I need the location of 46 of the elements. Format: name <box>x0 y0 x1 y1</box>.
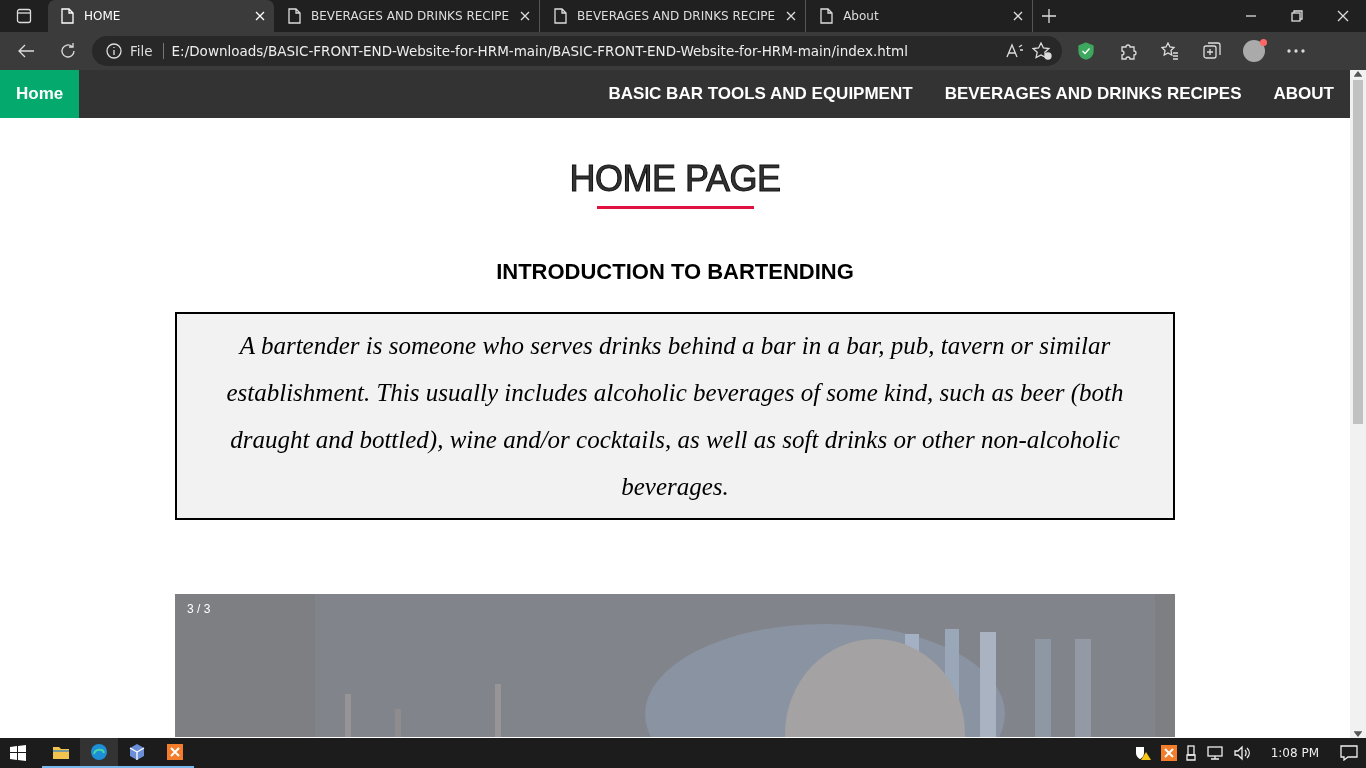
cube-icon[interactable] <box>129 743 145 761</box>
shield-icon[interactable] <box>1078 42 1094 60</box>
restore-icon[interactable] <box>1291 10 1303 22</box>
page-icon <box>287 8 301 24</box>
notification-icon[interactable] <box>1340 745 1358 761</box>
collections-icon[interactable] <box>1203 42 1221 60</box>
clock-time[interactable]: 1:08 PM <box>1258 746 1331 760</box>
network-icon[interactable] <box>1206 745 1225 761</box>
back-arrow-icon[interactable] <box>17 43 35 59</box>
favorites-icon[interactable] <box>1161 42 1179 60</box>
page-icon <box>553 8 568 24</box>
windows-logo-icon[interactable] <box>10 745 26 761</box>
page-title: HOME PAGE <box>569 158 781 200</box>
read-aloud-icon[interactable] <box>1006 43 1024 59</box>
info-icon <box>106 43 122 59</box>
usb-drive-icon[interactable] <box>1185 745 1198 761</box>
close-icon[interactable] <box>1012 10 1025 22</box>
close-icon[interactable] <box>1337 10 1349 22</box>
close-icon[interactable] <box>785 10 798 22</box>
server-app-icon[interactable] <box>1160 745 1177 761</box>
browser-icon[interactable] <box>90 743 108 761</box>
slide-counter: 3 / 3 <box>187 602 211 616</box>
tab-actions-icon[interactable] <box>16 8 32 24</box>
page-icon <box>819 8 834 24</box>
security-warning-icon[interactable] <box>1133 745 1152 761</box>
puzzle-icon[interactable] <box>1119 42 1137 60</box>
nav-link[interactable]: BASIC BAR TOOLS AND EQUIPMENT <box>592 84 929 104</box>
folder-icon[interactable] <box>52 744 70 760</box>
nav-link[interactable]: BEVERAGES AND DRINKS RECIPES <box>928 84 1258 104</box>
page-icon <box>60 8 74 24</box>
url-text: E:/Downloads/BASIC-FRONT-END-Website-for-HRM-main/BASIC-FRONT-END-Website-for-HRM-main/index.html <box>171 43 909 59</box>
nav-link[interactable]: ABOUT <box>1257 84 1350 104</box>
address-bar[interactable]: File E:/Downloads/BASIC-FRONT-END-Website-for-HRM-main/BASIC-FRONT-END-Website-for-HRM-main/index.html <box>92 36 1062 66</box>
plus-icon[interactable] <box>1041 8 1058 24</box>
scheme-label: File <box>130 43 164 59</box>
refresh-icon[interactable] <box>59 42 77 60</box>
server-app-icon[interactable] <box>166 743 184 761</box>
close-icon[interactable] <box>519 10 532 22</box>
intro-paragraph: A bartender is someone who serves drinks behind a bar in a bar, pub, tavern or similar establishment. This usually includes alcoholic beverages of some kind, such as beer (both draught and bottled), wine and/or cocktails, as well as soft drinks or other non-alcoholic beverages. <box>175 312 1175 520</box>
browser-tab[interactable]: HOME <box>48 0 274 32</box>
scrollbar[interactable] <box>1350 70 1366 738</box>
favorite-star-icon[interactable] <box>1032 42 1052 60</box>
section-heading: INTRODUCTION TO BARTENDING <box>495 259 855 285</box>
volume-icon[interactable] <box>1233 745 1250 761</box>
profile-avatar[interactable] <box>1243 40 1265 62</box>
more-icon[interactable] <box>1287 49 1305 53</box>
